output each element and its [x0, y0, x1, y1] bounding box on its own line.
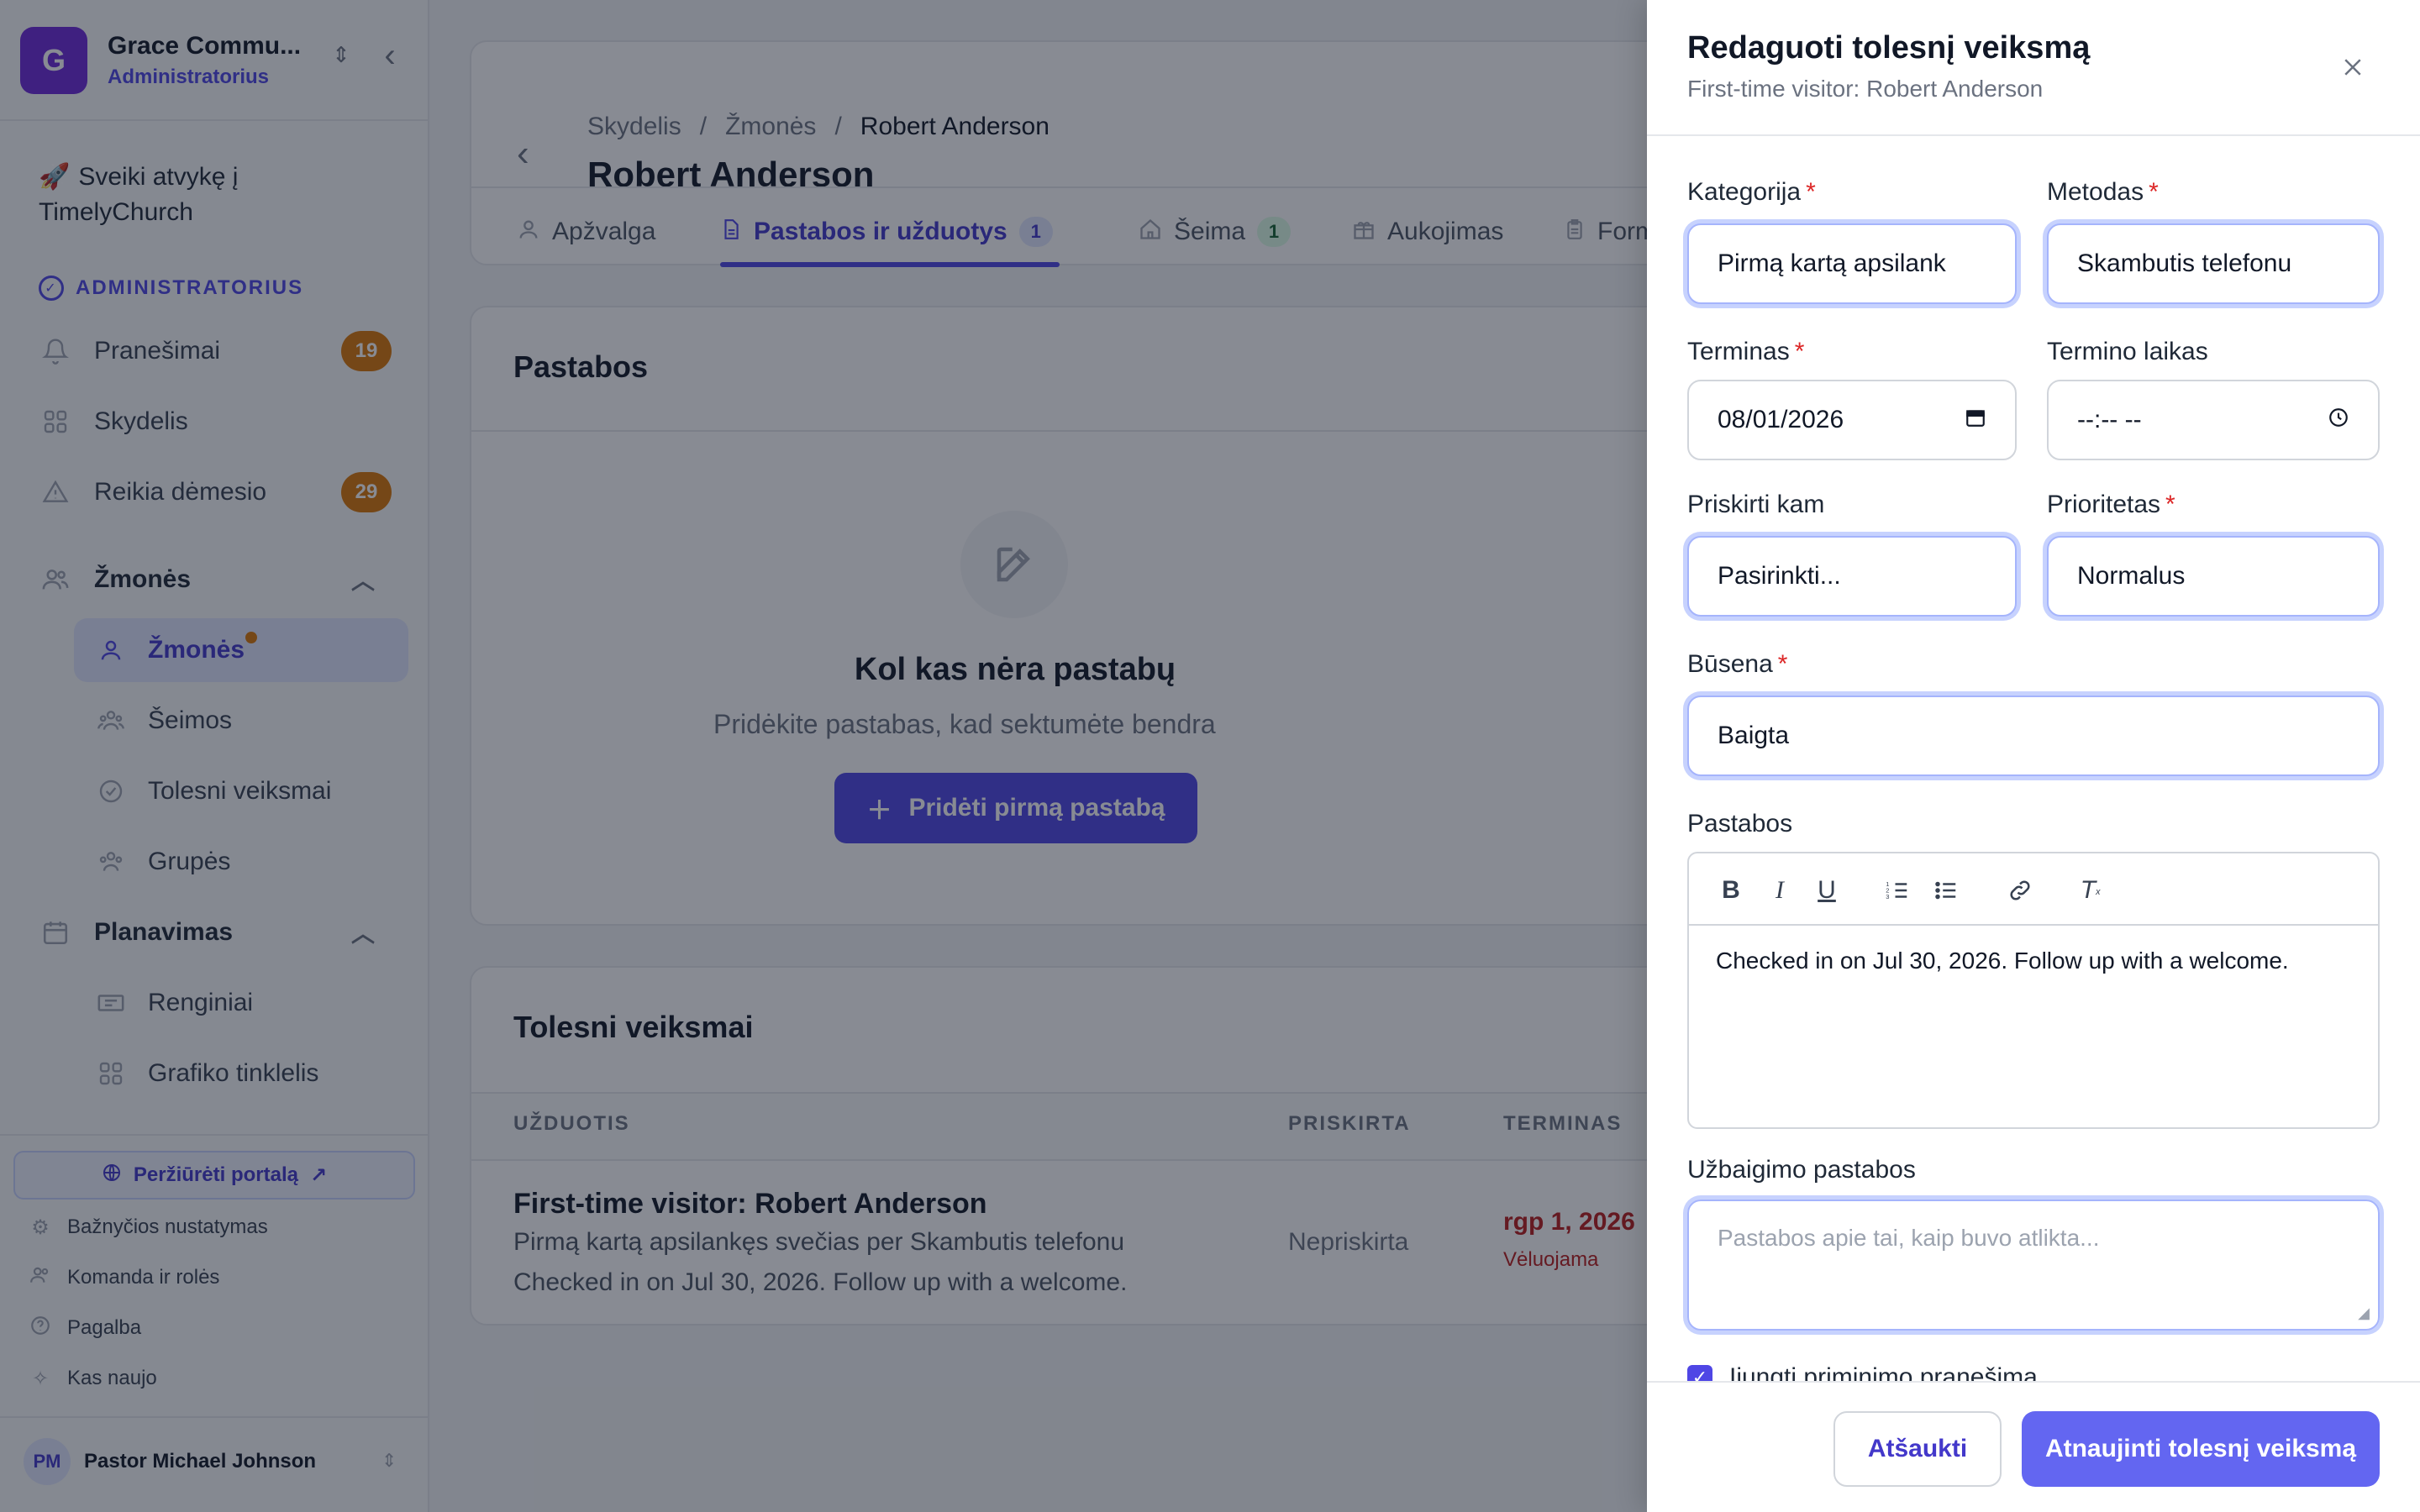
required-marker: * [1777, 650, 1788, 678]
priority-label: Prioritetas * [2047, 491, 2175, 519]
notes-label: Pastabos [1687, 810, 1792, 838]
app-root: G Grace Commu... Administratorius ⇕ ‹ 🚀S… [0, 0, 2420, 1512]
completion-notes-label-text: Užbaigimo pastabos [1687, 1156, 1916, 1184]
close-icon[interactable] [2329, 44, 2376, 91]
method-select[interactable]: Skambutis telefonu [2047, 223, 2380, 304]
due-time-label: Termino laikas [2047, 338, 2208, 366]
svg-text:3: 3 [1886, 893, 1889, 900]
drawer-title: Redaguoti tolesnį veiksmą [1687, 30, 2091, 66]
completion-notes-placeholder: Pastabos apie tai, kaip buvo atlikta... [1718, 1225, 2100, 1251]
status-label-text: Būsena [1687, 650, 1773, 678]
due-time-input[interactable]: --:-- -- [2047, 380, 2380, 460]
edit-followup-drawer: Redaguoti tolesnį veiksmą First-time vis… [1647, 0, 2420, 1512]
status-select[interactable]: Baigta [1687, 696, 2380, 776]
due-time-label-text: Termino laikas [2047, 338, 2208, 365]
ordered-list-icon[interactable]: 123 [1879, 872, 1916, 909]
update-followup-button[interactable]: Atnaujinti tolesnį veiksmą [2022, 1411, 2380, 1487]
assign-label-text: Priskirti kam [1687, 491, 1825, 518]
priority-label-text: Prioritetas [2047, 491, 2161, 518]
required-marker: * [2149, 178, 2159, 206]
due-date-label-text: Terminas [1687, 338, 1790, 365]
status-value: Baigta [1718, 722, 1790, 749]
category-select[interactable]: Pirmą kartą apsilank [1687, 223, 2017, 304]
status-label: Būsena * [1687, 650, 1787, 679]
category-label-text: Kategorija [1687, 178, 1802, 206]
drawer-subtitle: First-time visitor: Robert Anderson [1687, 76, 2044, 102]
notes-rich-text-editor[interactable]: B I U 123 Tₓ Checked in on Jul 30, 2026.… [1687, 852, 2380, 1129]
method-label: Metodas * [2047, 178, 2159, 207]
cancel-button[interactable]: Atšaukti [1833, 1411, 2002, 1487]
notes-editor-content[interactable]: Checked in on Jul 30, 2026. Follow up wi… [1716, 948, 2289, 974]
divider [1647, 134, 2420, 136]
clock-icon[interactable] [2328, 407, 2349, 434]
assign-select[interactable]: Pasirinkti... [1687, 536, 2017, 617]
category-label: Kategorija * [1687, 178, 1816, 207]
assign-label: Priskirti kam [1687, 491, 1824, 519]
required-marker: * [2165, 491, 2175, 518]
bold-icon[interactable]: B [1712, 872, 1749, 909]
bullet-list-icon[interactable] [1928, 872, 1965, 909]
link-icon[interactable] [2002, 872, 2039, 909]
clear-format-icon[interactable]: Tₓ [2072, 872, 2109, 909]
italic-icon[interactable]: I [1761, 872, 1798, 909]
priority-value: Normalus [2077, 562, 2186, 590]
resize-handle-icon[interactable]: ◢ [2358, 1305, 2370, 1322]
priority-select[interactable]: Normalus [2047, 536, 2380, 617]
drawer-footer: Atšaukti Atnaujinti tolesnį veiksmą [1647, 1381, 2420, 1512]
due-date-input[interactable]: 08/01/2026 [1687, 380, 2017, 460]
method-value: Skambutis telefonu [2077, 249, 2292, 277]
assign-value: Pasirinkti... [1718, 562, 1841, 590]
calendar-icon[interactable] [1965, 407, 1986, 434]
due-time-value: --:-- -- [2077, 406, 2142, 433]
required-marker: * [1806, 178, 1816, 206]
notes-label-text: Pastabos [1687, 810, 1793, 837]
editor-toolbar: B I U 123 Tₓ [1689, 853, 2378, 926]
category-value: Pirmą kartą apsilank [1718, 249, 1946, 277]
modal-backdrop[interactable] [0, 0, 1647, 1512]
completion-notes-textarea[interactable]: Pastabos apie tai, kaip buvo atlikta... … [1687, 1200, 2380, 1331]
underline-icon[interactable]: U [1808, 872, 1845, 909]
due-date-label: Terminas * [1687, 338, 1804, 366]
method-label-text: Metodas [2047, 178, 2144, 206]
completion-notes-label: Užbaigimo pastabos [1687, 1156, 1916, 1184]
due-date-value: 08/01/2026 [1718, 406, 1844, 433]
required-marker: * [1794, 338, 1805, 365]
